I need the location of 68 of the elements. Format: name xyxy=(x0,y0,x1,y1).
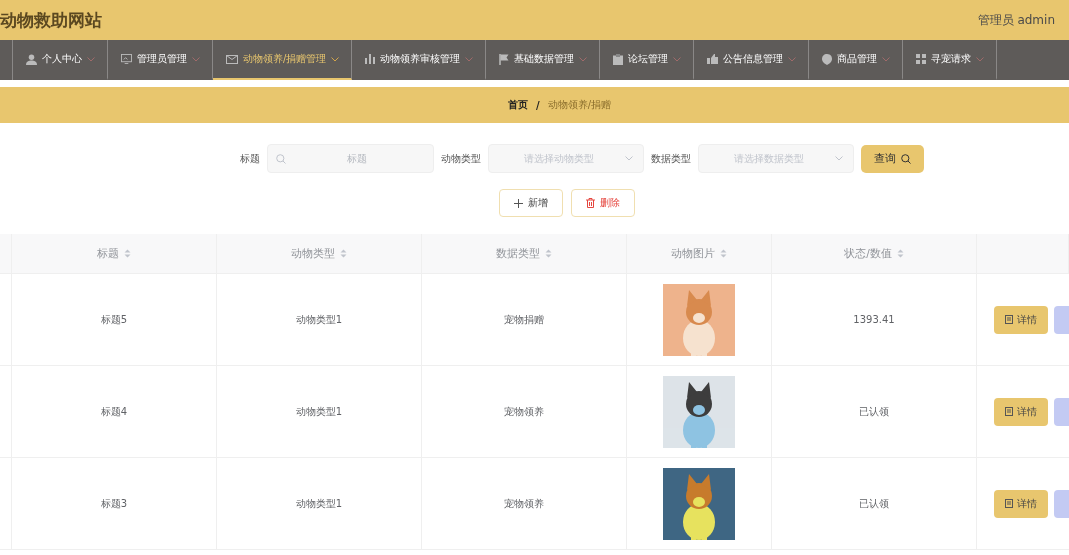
add-button[interactable]: 新增 xyxy=(498,189,563,217)
table-cell: 宠物领养 xyxy=(422,366,627,457)
document-icon xyxy=(1005,407,1013,416)
clipboard-icon xyxy=(613,53,624,65)
query-button[interactable]: 查询 xyxy=(860,144,924,173)
sort-icon[interactable] xyxy=(545,249,552,258)
nav-menu-item[interactable]: 基础数据管理 xyxy=(486,40,601,80)
plus-icon xyxy=(513,198,523,208)
chevron-icon xyxy=(673,56,682,62)
chevron-icon xyxy=(579,56,588,62)
chevron-icon xyxy=(192,56,200,62)
user-name[interactable]: 管理员 admin xyxy=(977,11,1055,29)
nav-menu-item[interactable]: 动物领养/捐赠管理 xyxy=(213,40,353,80)
sort-icon[interactable] xyxy=(720,249,727,258)
trash-icon xyxy=(585,198,595,208)
table-cell: 已认领 xyxy=(772,366,977,457)
nav-menu-item[interactable]: 公告信息管理 xyxy=(694,40,810,80)
title-search-field[interactable]: 标题 xyxy=(266,144,434,173)
table-cell: 宠物领养 xyxy=(422,458,627,549)
delete-button[interactable]: 删除 xyxy=(570,189,635,217)
search-icon xyxy=(900,153,911,164)
sort-icon[interactable] xyxy=(340,249,347,258)
nav-menu-item[interactable]: 管理员管理 xyxy=(108,40,213,80)
nav-menu-item[interactable]: 动物领养审核管理 xyxy=(352,40,487,80)
table-cell: 标题3 xyxy=(12,458,217,549)
field-label: 数据类型 xyxy=(650,151,691,166)
sort-icon[interactable] xyxy=(124,249,131,258)
grid-icon xyxy=(916,54,927,64)
site-title: 动物救助网站 xyxy=(0,8,102,32)
leaf-icon xyxy=(822,53,833,65)
document-icon xyxy=(1005,315,1013,324)
table-cell: 动物类型1 xyxy=(217,458,422,549)
document-icon xyxy=(1005,499,1013,508)
person-icon xyxy=(26,53,37,65)
envelope-icon xyxy=(226,54,238,64)
table-cell: 动物类型1 xyxy=(217,366,422,457)
chevron-icon xyxy=(976,56,985,62)
table-cell: 标题5 xyxy=(12,274,217,365)
chevron-icon xyxy=(788,56,797,62)
table-cell: 1393.41 xyxy=(772,274,977,365)
thumbs-up-icon xyxy=(707,54,719,64)
monitor-icon xyxy=(121,54,132,64)
nav-menu-item[interactable]: 寻宠请求 xyxy=(903,40,998,80)
flag-icon xyxy=(499,53,510,65)
chevron-icon xyxy=(465,56,474,62)
field-label: 标题 xyxy=(239,151,260,166)
chevron-icon xyxy=(331,56,340,62)
detail-button[interactable]: 详情 xyxy=(994,489,1048,518)
table-cell: 宠物捐赠 xyxy=(422,274,627,365)
breadcrumb-home-link[interactable]: 首页 xyxy=(508,98,528,112)
table-cell: 标题4 xyxy=(12,366,217,457)
table-cell: 动物类型1 xyxy=(217,274,422,365)
breadcrumb-separator: / xyxy=(536,99,540,111)
detail-button[interactable]: 详情 xyxy=(994,305,1048,334)
chevron-icon xyxy=(834,156,843,161)
detail-button[interactable]: 详情 xyxy=(994,397,1048,426)
nav-menu-item[interactable]: 论坛管理 xyxy=(600,40,695,80)
field-label: 动物类型 xyxy=(440,151,481,166)
chevron-icon xyxy=(882,56,891,62)
sort-icon[interactable] xyxy=(896,249,904,258)
table-cell: 已认领 xyxy=(772,458,977,549)
bar-chart-icon xyxy=(365,54,376,64)
search-icon xyxy=(275,154,286,164)
breadcrumb-current: 动物领养/捐赠 xyxy=(547,98,611,112)
chevron-icon xyxy=(624,156,633,161)
chevron-icon xyxy=(87,56,95,62)
nav-menu-item[interactable]: 个人中心 xyxy=(13,40,108,80)
nav-menu-item[interactable]: 商品管理 xyxy=(809,40,904,80)
